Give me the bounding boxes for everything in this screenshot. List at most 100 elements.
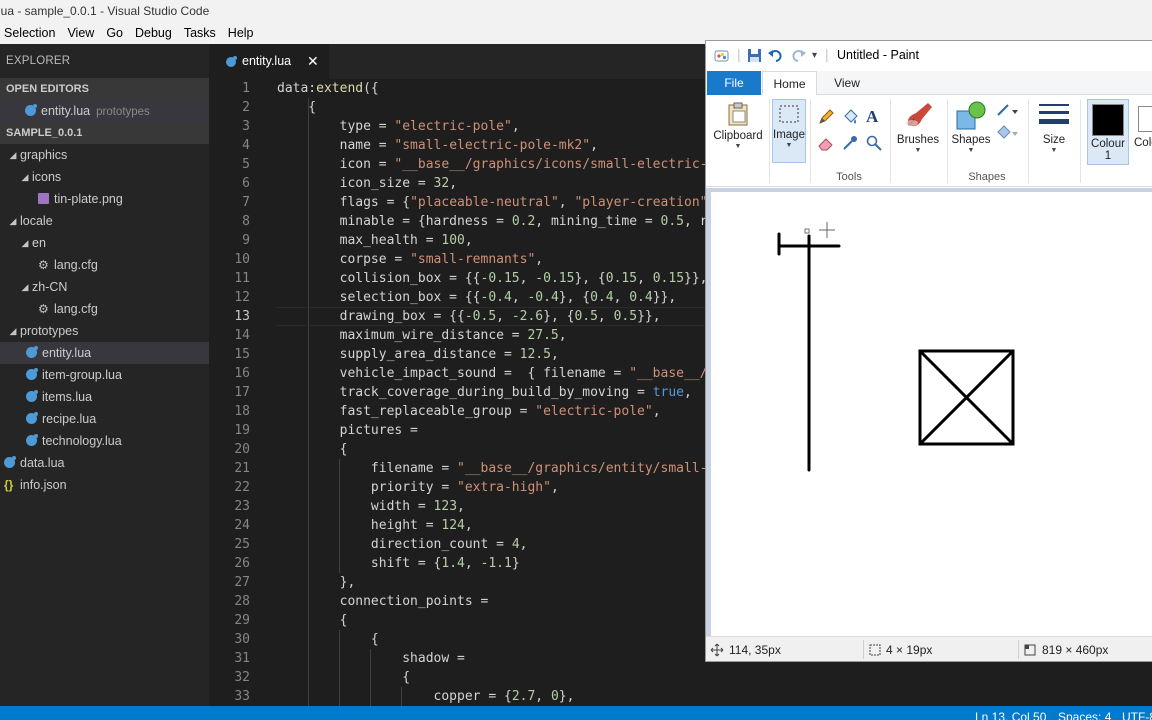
vscode-title-bar: lua - sample_0.0.1 - Visual Studio Code	[0, 0, 1152, 22]
customize-toolbar-icon[interactable]: ▾	[812, 50, 817, 61]
tree-file[interactable]: tin-plate.png	[0, 188, 209, 210]
clipboard-button[interactable]: Clipboard ▼	[710, 101, 766, 152]
tab-file[interactable]: File	[707, 71, 761, 95]
code-text: fast_replaceable_group = "electric-pole"…	[277, 404, 661, 419]
code-text: shadow =	[277, 651, 465, 666]
tree-file[interactable]: items.lua	[0, 386, 209, 408]
lua-file-icon	[26, 390, 38, 402]
drawing-canvas[interactable]	[711, 192, 1152, 636]
code-text: name = "small-electric-pole-mk2",	[277, 138, 598, 153]
tree-item-label: tin-plate.png	[54, 192, 123, 206]
clipboard-label: Clipboard	[713, 130, 763, 142]
line-number: 18	[234, 404, 250, 419]
shapes-button[interactable]: Shapes ▼	[950, 101, 992, 156]
tree-file[interactable]: data.lua	[0, 452, 209, 474]
outline-icon[interactable]	[996, 103, 1020, 122]
colour1-button[interactable]: Colour 1	[1087, 99, 1129, 165]
file-tree: ◢ graphics ◢ icons tin-plate.png ◢ locale ◢ en ⚙ l…	[0, 144, 209, 496]
colour2-button[interactable]: Colo 2	[1134, 99, 1152, 165]
tab-home[interactable]: Home	[762, 71, 817, 96]
code-text: height = 124,	[277, 518, 473, 533]
color-picker-icon[interactable]	[842, 135, 858, 156]
code-text: {	[277, 442, 348, 457]
line-number: 32	[234, 670, 250, 685]
line-number: 2	[242, 100, 250, 115]
colour1-number: 1	[1104, 150, 1112, 162]
selection-size-icon	[868, 643, 882, 660]
tree-file[interactable]: technology.lua	[0, 430, 209, 452]
line-number: 8	[242, 214, 250, 229]
tree-folder[interactable]: ◢ icons	[0, 166, 209, 188]
menu-go[interactable]: Go	[100, 22, 129, 44]
tree-file[interactable]: ⚙ lang.cfg	[0, 298, 209, 320]
open-editors-section[interactable]: OPEN EDITORS	[0, 78, 209, 100]
open-editor-item[interactable]: entity.lua prototypes	[0, 100, 209, 122]
shapes-icon	[956, 101, 986, 130]
canvas-size: 819 × 460px	[1042, 643, 1109, 657]
line-number: 6	[242, 176, 250, 191]
tree-file[interactable]: recipe.lua	[0, 408, 209, 430]
tree-file[interactable]: entity.lua	[0, 342, 209, 364]
encoding[interactable]: UTF-8	[1122, 706, 1152, 720]
menu-selection[interactable]: Selection	[0, 22, 61, 44]
tree-item-label: items.lua	[42, 390, 93, 404]
line-number: 3	[242, 119, 250, 134]
code-line[interactable]: 32 {	[209, 668, 1152, 687]
tree-file[interactable]: ⚙ lang.cfg	[0, 254, 209, 276]
fill-icon[interactable]	[842, 109, 858, 130]
lua-file-icon	[4, 456, 16, 468]
open-editor-folder: prototypes	[96, 106, 150, 118]
code-text: },	[277, 575, 356, 590]
menu-view[interactable]: View	[61, 22, 100, 44]
tree-item-label: graphics	[20, 148, 68, 162]
indentation[interactable]: Spaces: 4	[1058, 706, 1111, 720]
save-icon[interactable]	[747, 48, 762, 66]
size-button[interactable]: Size ▼	[1032, 101, 1076, 156]
code-text: flags = {"placeable-neutral", "player-cr…	[277, 195, 716, 210]
code-line[interactable]: 33 copper = {2.7, 0},	[209, 687, 1152, 706]
tree-folder[interactable]: ◢ graphics	[0, 144, 209, 166]
shape-fill-icon[interactable]	[996, 125, 1020, 144]
clipboard-icon	[728, 102, 748, 126]
paint-title: Untitled - Paint	[837, 48, 919, 62]
menu-debug[interactable]: Debug	[129, 22, 178, 44]
code-text: {	[277, 100, 317, 115]
lua-file-icon	[25, 104, 37, 116]
project-section[interactable]: SAMPLE_0.0.1	[0, 122, 209, 144]
code-text: supply_area_distance = 12.5,	[277, 347, 559, 362]
eraser-icon[interactable]	[818, 135, 834, 156]
image-button[interactable]: Image ▼	[772, 99, 806, 163]
code-text: priority = "extra-high",	[277, 480, 559, 495]
code-text: selection_box = {{-0.4, -0.4}, {0.4, 0.4…	[277, 290, 677, 305]
line-width-icon	[1039, 104, 1069, 124]
gear-icon: ⚙	[38, 302, 49, 316]
tree-folder[interactable]: ◢ locale	[0, 210, 209, 232]
undo-icon[interactable]	[768, 48, 784, 66]
tree-file[interactable]: item-group.lua	[0, 364, 209, 386]
chevron-down-icon: ◢	[21, 238, 29, 248]
code-text: {	[277, 632, 379, 647]
close-icon[interactable]: ✕	[307, 44, 319, 79]
cursor-position[interactable]: Ln 13, Col 50	[975, 706, 1046, 720]
menu-help[interactable]: Help	[222, 22, 260, 44]
redo-icon[interactable]	[790, 48, 806, 66]
tab-view[interactable]: View	[822, 71, 872, 95]
menu-tasks[interactable]: Tasks	[178, 22, 222, 44]
tree-folder[interactable]: ◢ zh-CN	[0, 276, 209, 298]
tab-entity-lua[interactable]: entity.lua ✕	[209, 44, 329, 79]
text-icon[interactable]: A	[866, 107, 878, 127]
colour1-swatch	[1092, 104, 1124, 136]
brushes-button[interactable]: Brushes ▼	[893, 101, 943, 156]
tree-folder[interactable]: ◢ prototypes	[0, 320, 209, 342]
tree-item-label: en	[32, 236, 46, 250]
magnifier-icon[interactable]	[866, 135, 882, 156]
chevron-down-icon: ◢	[9, 150, 17, 160]
tree-file[interactable]: {} info.json	[0, 474, 209, 496]
tree-item-label: zh-CN	[32, 280, 68, 294]
pencil-icon[interactable]	[818, 109, 834, 130]
tools-group-label: Tools	[836, 171, 862, 183]
code-text: maximum_wire_distance = 27.5,	[277, 328, 567, 343]
tree-folder[interactable]: ◢ en	[0, 232, 209, 254]
code-text: pictures =	[277, 423, 418, 438]
code-text: drawing_box = {{-0.5, -2.6}, {0.5, 0.5}}…	[277, 309, 661, 324]
